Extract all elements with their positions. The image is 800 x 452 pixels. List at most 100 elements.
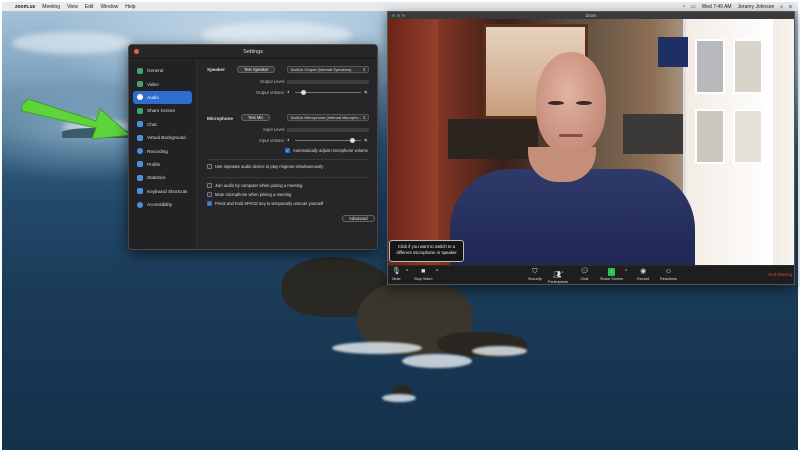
printer — [623, 114, 688, 154]
surf-foam — [472, 346, 527, 356]
checkbox-checked[interactable]: ✓ — [285, 148, 290, 153]
input-level-meter — [287, 128, 369, 132]
speaker-label: Speaker — [207, 67, 225, 72]
microphone-icon: 🎙︎ — [392, 268, 401, 275]
separate-ringtone-checkbox[interactable]: Use separate audio device to play ringto… — [207, 164, 323, 169]
clock[interactable]: Wed 7:49 AM — [702, 4, 732, 10]
reactions-button[interactable]: ☺ Reactions — [660, 268, 677, 281]
menu-help[interactable]: Help — [125, 4, 135, 10]
settings-sidebar: General Video Audio Share Screen Chat Vi… — [129, 60, 197, 249]
mute-button[interactable]: 🎙︎ Mute — [392, 268, 401, 281]
checkbox[interactable] — [207, 183, 212, 188]
sidebar-item-statistics[interactable]: Statistics — [129, 171, 196, 184]
sidebar-item-keyboard-shortcuts[interactable]: Keyboard Shortcuts — [129, 185, 196, 198]
sidebar-item-profile[interactable]: Profile — [129, 158, 196, 171]
shield-icon: ⛉ — [532, 268, 538, 275]
surf-foam — [332, 342, 422, 354]
battery-icon[interactable]: ▭ — [691, 4, 696, 10]
user-name[interactable]: Jeramy Johnson — [738, 4, 775, 10]
chat-button[interactable]: 💬︎ Chat — [580, 268, 589, 281]
sidebar-item-audio[interactable]: Audio — [133, 90, 192, 105]
video-options-chevron-icon[interactable]: ^ — [436, 269, 438, 275]
input-level-label: Input Level: — [263, 127, 285, 132]
share-options-chevron-icon[interactable]: ^ — [625, 269, 627, 275]
audio-settings-pane: Speaker Test Speaker Built-in Output (In… — [199, 60, 377, 249]
close-window-button[interactable] — [392, 14, 395, 17]
speaker-select[interactable]: Built-in Output (Internal Speakers) ⇕ — [287, 66, 369, 73]
share-screen-button[interactable]: ↑ Share Screen — [600, 268, 623, 281]
glass-pane — [695, 39, 725, 94]
sidebar-item-chat[interactable]: Chat — [129, 118, 196, 131]
video-feed[interactable] — [388, 19, 794, 277]
glass-pane — [733, 39, 763, 94]
space-unmute-checkbox[interactable]: ✓ Press and hold SPACE key to temporarily… — [207, 201, 323, 206]
statistics-icon — [137, 174, 143, 181]
checkbox-checked[interactable]: ✓ — [207, 201, 212, 206]
person-eye — [548, 101, 564, 105]
checkbox[interactable] — [207, 192, 212, 197]
chat-icon: 💬︎ — [580, 268, 589, 275]
input-volume-label: Input Volume: — [259, 138, 285, 143]
zoom-window-title: Zoom — [585, 13, 597, 18]
sidebar-item-recording[interactable]: Recording — [129, 144, 196, 157]
zoom-titlebar: Zoom — [388, 12, 794, 19]
volume-low-icon: ◂ — [287, 137, 290, 142]
microphone-select[interactable]: Built-in Microphone (Internal Micropho..… — [287, 114, 369, 121]
input-volume-slider[interactable] — [295, 138, 361, 143]
menu-view[interactable]: View — [67, 4, 78, 10]
audio-options-chevron-icon[interactable]: ^ — [406, 269, 408, 275]
advanced-button[interactable]: Advanced — [342, 215, 375, 222]
sidebar-item-video[interactable]: Video — [129, 77, 196, 90]
record-button[interactable]: ◉ Record — [637, 268, 649, 281]
minimize-window-button[interactable] — [397, 14, 400, 17]
accessibility-icon — [137, 201, 143, 208]
gear-icon — [137, 67, 143, 74]
sidebar-item-share-screen[interactable]: Share Screen — [129, 104, 196, 117]
mute-on-join-checkbox[interactable]: Mute microphone when joining a meeting — [207, 192, 291, 197]
join-audio-checkbox[interactable]: Join audio by computer when joining a me… — [207, 183, 302, 188]
chevron-updown-icon: ⇕ — [362, 115, 366, 120]
window-controls — [392, 14, 405, 17]
close-window-button[interactable] — [134, 49, 139, 54]
output-volume-slider[interactable] — [295, 90, 361, 95]
divider — [207, 159, 369, 160]
checkbox[interactable] — [207, 164, 212, 169]
stop-video-button[interactable]: ■ Stop Video — [414, 268, 433, 281]
green-arrow-icon — [21, 98, 132, 140]
menu-window[interactable]: Window — [100, 4, 118, 10]
participants-icon: 👥︎1 — [552, 270, 564, 279]
record-icon — [137, 148, 143, 155]
microphone-label: Microphone — [207, 116, 234, 121]
menu-list-icon[interactable]: ≡ — [789, 4, 792, 10]
menu-meeting[interactable]: Meeting — [42, 4, 60, 10]
wifi-icon[interactable]: ◔ — [682, 4, 685, 10]
menu-extras: ◔ ▭ Wed 7:49 AM Jeramy Johnson ⌕ ≡ — [682, 4, 792, 10]
participants-count: 1 — [561, 270, 564, 274]
menu-edit[interactable]: Edit — [85, 4, 94, 10]
security-button[interactable]: ⛉ Security — [528, 268, 542, 281]
settings-window: Settings General Video Audio Share Scree… — [128, 44, 378, 250]
output-volume-label: Output Volume: — [256, 90, 285, 95]
menu-app-name[interactable]: zoom.us — [15, 4, 35, 10]
slider-knob[interactable] — [349, 138, 355, 143]
person-background-icon — [137, 134, 143, 141]
surf-foam — [402, 354, 472, 368]
sidebar-item-general[interactable]: General — [129, 64, 196, 77]
headphones-icon — [137, 94, 143, 101]
person-shirt — [450, 169, 695, 277]
zoom-window-button[interactable] — [402, 14, 405, 17]
test-mic-button[interactable]: Test Mic — [241, 114, 271, 121]
flag — [658, 37, 688, 67]
desk-shelf — [448, 119, 538, 159]
glass-pane — [695, 109, 725, 164]
auto-adjust-checkbox[interactable]: ✓ Automatically adjust microphone volume — [285, 148, 368, 153]
divider — [207, 177, 369, 178]
participants-button[interactable]: 👥︎1 Participants — [548, 268, 568, 284]
sidebar-item-virtual-background[interactable]: Virtual Background — [129, 131, 196, 144]
glass-pane — [733, 109, 763, 164]
end-meeting-button[interactable]: End Meeting — [768, 272, 792, 277]
test-speaker-button[interactable]: Test Speaker — [237, 66, 276, 73]
sidebar-item-accessibility[interactable]: Accessibility — [129, 198, 196, 211]
search-icon[interactable]: ⌕ — [780, 4, 783, 10]
slider-knob[interactable] — [301, 90, 307, 95]
